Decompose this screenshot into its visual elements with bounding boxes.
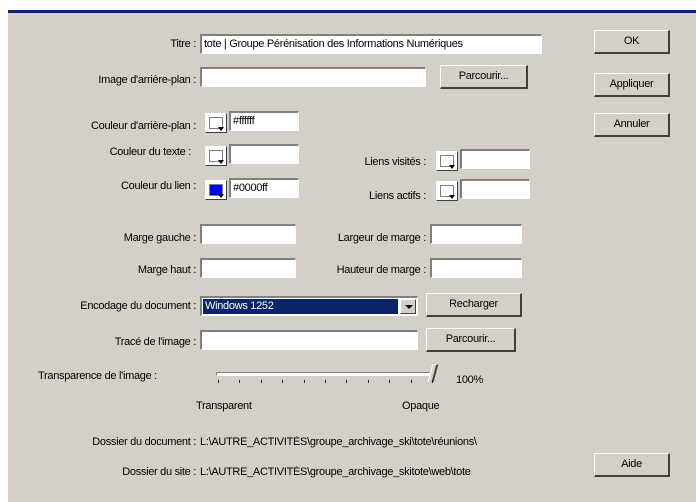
browse-bg-image-button[interactable]: Parcourir... [440, 65, 528, 89]
slider-tick [325, 380, 326, 383]
slider-tick [410, 380, 412, 383]
tracing-image-label: Tracé de l'image : [114, 336, 197, 348]
active-links-color-picker[interactable] [436, 181, 458, 201]
document-folder-label: Dossier du document : [92, 436, 196, 448]
slider-tick [218, 380, 219, 383]
title-bar-edge [8, 10, 696, 13]
tracing-image-input[interactable] [200, 330, 418, 350]
slider-tick [303, 380, 305, 383]
encoding-label: Encodage du document : [80, 300, 196, 312]
text-color-label: Couleur du texte : [109, 146, 192, 158]
left-margin-input[interactable] [200, 224, 296, 244]
transparency-value: 100% [456, 374, 483, 386]
visited-links-color-picker[interactable] [436, 151, 458, 171]
dropdown-arrow-icon [449, 195, 455, 199]
title-label: Titre : [170, 38, 196, 50]
ok-button[interactable]: OK [594, 30, 670, 54]
apply-button[interactable]: Appliquer [594, 73, 670, 97]
slider-tick [260, 380, 262, 383]
top-margin-input[interactable] [200, 258, 296, 278]
bg-image-input[interactable] [200, 67, 426, 87]
cancel-button[interactable]: Annuler [594, 113, 670, 137]
dropdown-arrow-icon [218, 160, 224, 164]
text-color-picker[interactable] [205, 146, 227, 166]
margin-height-input[interactable] [430, 258, 522, 278]
bg-color-input[interactable]: #ffffff [229, 111, 299, 131]
margin-width-input[interactable] [430, 224, 522, 244]
title-input[interactable]: tote | Groupe Pérénisation des Informati… [200, 34, 542, 54]
dropdown-arrow-icon [449, 165, 455, 169]
encoding-selected-value: Windows 1252 [203, 299, 398, 314]
transparent-label: Transparent [196, 400, 252, 412]
slider-tick [282, 380, 284, 383]
active-links-input[interactable] [460, 179, 530, 199]
chevron-down-icon[interactable] [400, 299, 416, 314]
bg-image-label: Image d'arrière-plan : [98, 74, 196, 86]
link-color-label: Couleur du lien : [120, 180, 196, 192]
bg-color-label: Couleur d'arrière-plan : [91, 120, 196, 132]
dropdown-arrow-icon [218, 127, 224, 131]
reload-button[interactable]: Recharger [426, 293, 522, 317]
top-margin-label: Marge haut : [137, 264, 196, 276]
text-color-input[interactable] [229, 144, 299, 164]
transparency-label: Transparence de l'image : [38, 370, 157, 382]
slider-tick [389, 380, 391, 383]
slider-tick [239, 380, 241, 383]
visited-links-label: Liens visités : [364, 156, 426, 168]
margin-height-label: Hauteur de marge : [336, 264, 427, 276]
visited-links-input[interactable] [460, 149, 530, 169]
slider-tick [432, 380, 433, 383]
browse-tracing-image-button[interactable]: Parcourir... [426, 328, 516, 352]
link-color-input[interactable]: #0000ff [229, 178, 299, 198]
slider-tick [367, 380, 369, 383]
left-margin-label: Marge gauche : [123, 232, 197, 244]
transparency-slider-track[interactable] [216, 372, 434, 376]
active-links-label: Liens actifs : [369, 190, 426, 202]
encoding-select[interactable]: Windows 1252 [200, 296, 418, 316]
help-button[interactable]: Aide [594, 453, 670, 477]
opaque-label: Opaque [402, 400, 440, 412]
link-color-picker[interactable] [205, 180, 227, 200]
slider-tick [346, 380, 348, 383]
site-folder-label: Dossier du site : [122, 466, 196, 478]
document-folder-value: L:\AUTRE_ACTIVITÉS\groupe_archivage_ski\… [200, 436, 477, 448]
dropdown-arrow-icon [218, 194, 224, 198]
margin-width-label: Largeur de marge : [337, 232, 426, 244]
bg-color-picker[interactable] [205, 113, 227, 133]
site-folder-value: L:\AUTRE_ACTIVITÉS\groupe_archivage_skit… [200, 466, 471, 478]
